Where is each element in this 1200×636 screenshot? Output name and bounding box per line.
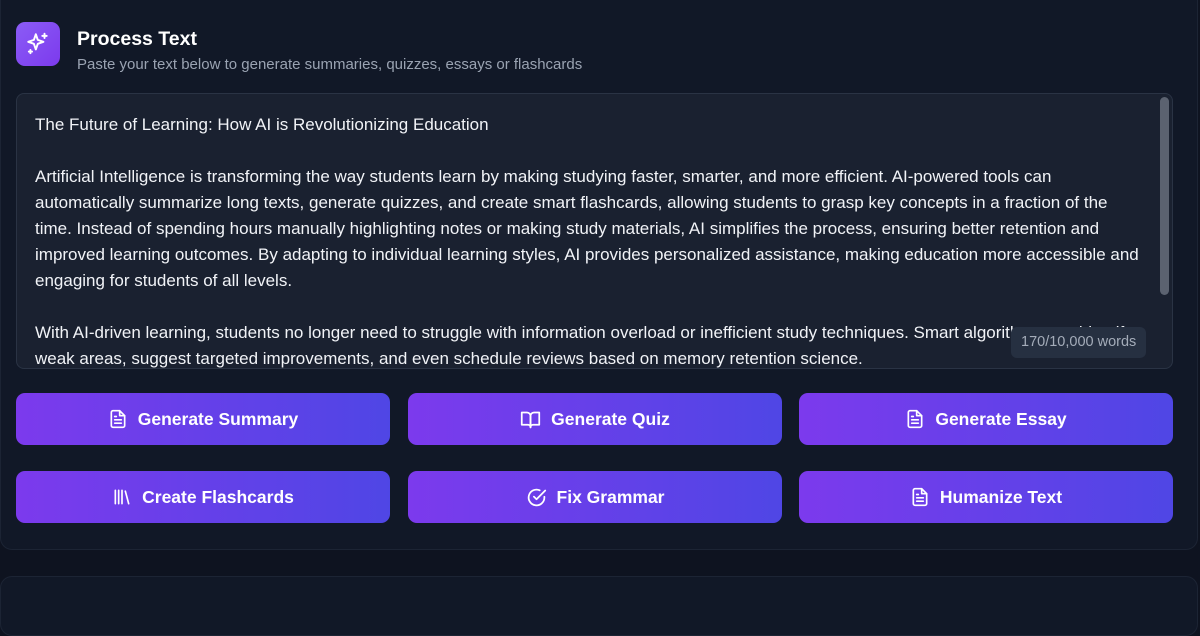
text-input-area[interactable]: The Future of Learning: How AI is Revolu… (16, 93, 1173, 369)
document-icon (905, 409, 925, 429)
create-flashcards-button[interactable]: Create Flashcards (16, 471, 390, 523)
sparkles-icon (16, 22, 60, 66)
document-icon (910, 487, 930, 507)
fix-grammar-button[interactable]: Fix Grammar (408, 471, 782, 523)
library-icon (112, 487, 132, 507)
generate-essay-label: Generate Essay (935, 408, 1067, 429)
humanize-text-label: Humanize Text (939, 486, 1063, 507)
word-count-badge: 170/10,000 words (1011, 327, 1147, 358)
book-open-icon (520, 409, 541, 430)
text-paragraph: The Future of Learning: How AI is Revolu… (35, 115, 489, 134)
generate-summary-label: Generate Summary (137, 408, 299, 429)
page-subtitle: Paste your text below to generate summar… (77, 56, 583, 73)
generate-quiz-button[interactable]: Generate Quiz (408, 393, 782, 445)
generate-summary-button[interactable]: Generate Summary (16, 393, 390, 445)
text-paragraph: Artificial Intelligence is transforming … (35, 167, 1139, 290)
document-icon (108, 409, 128, 429)
humanize-text-button[interactable]: Humanize Text (799, 471, 1173, 523)
generate-quiz-label: Generate Quiz (551, 408, 670, 429)
check-circle-icon (526, 487, 547, 508)
text-content[interactable]: The Future of Learning: How AI is Revolu… (35, 112, 1145, 368)
create-flashcards-label: Create Flashcards (142, 486, 294, 507)
scrollbar-thumb[interactable] (1160, 97, 1169, 295)
secondary-panel (0, 576, 1198, 636)
fix-grammar-label: Fix Grammar (556, 486, 665, 507)
generate-essay-button[interactable]: Generate Essay (799, 393, 1173, 445)
text-paragraph: With AI-driven learning, students no lon… (35, 323, 1133, 368)
page-title: Process Text (77, 28, 197, 50)
